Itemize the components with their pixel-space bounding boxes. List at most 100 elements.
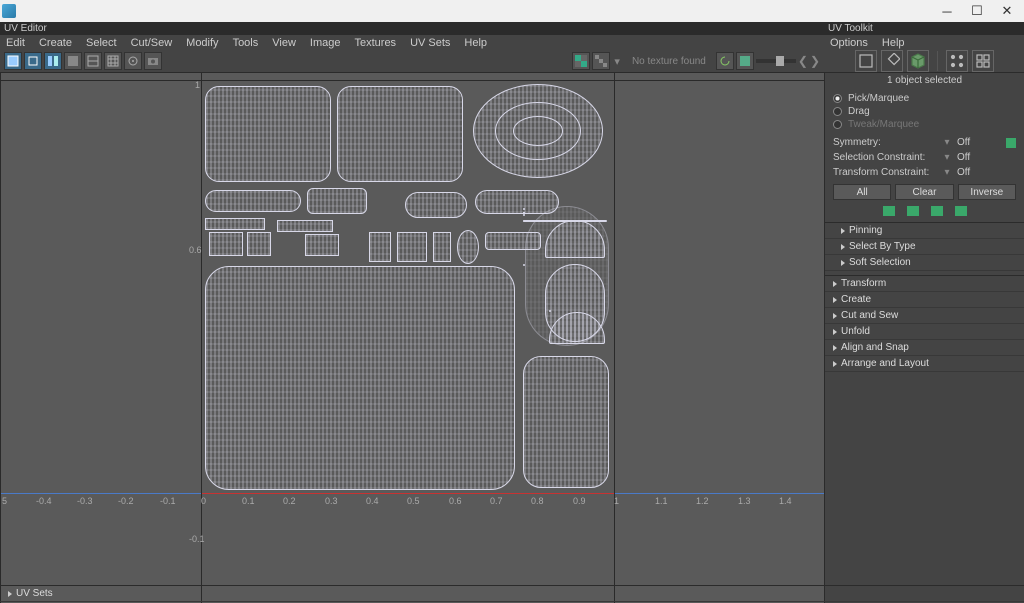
tool-refresh-icon[interactable] (716, 52, 734, 70)
tool-checker-icon[interactable] (572, 52, 590, 70)
toolkit-vertex-icon[interactable] (946, 50, 968, 72)
maximize-button[interactable]: ☐ (962, 1, 992, 21)
section-align-snap[interactable]: Align and Snap (825, 340, 1024, 356)
menu-cutsew[interactable]: Cut/Sew (131, 37, 173, 49)
toolkit-icon-row (824, 50, 1024, 72)
tick-x: -0.4 (36, 496, 52, 506)
select-clear-button[interactable]: Clear (895, 184, 953, 200)
menu-tools[interactable]: Tools (233, 37, 259, 49)
tool-grid-icon[interactable] (104, 52, 122, 70)
tick-y: 1 (195, 80, 200, 90)
uv-toolkit-title: UV Toolkit (828, 23, 873, 34)
tick-x: 1.4 (779, 496, 792, 506)
uv-viewport[interactable]: 5 -0.4 -0.3 -0.2 -0.1 0 0.1 0.2 0.3 0.4 … (0, 73, 824, 603)
section-transform[interactable]: Transform (825, 276, 1024, 292)
menu-image[interactable]: Image (310, 37, 341, 49)
convert-selection-icon[interactable] (931, 206, 943, 216)
exposure-slider[interactable] (756, 59, 796, 63)
uv-shell (205, 190, 301, 212)
tick-x: -0.3 (77, 496, 93, 506)
section-soft-selection[interactable]: Soft Selection (825, 255, 1024, 271)
arrow-left-icon[interactable]: ❮ (798, 54, 808, 68)
tick-x: 0 (201, 496, 206, 506)
selection-status: 1 object selected (825, 73, 1024, 88)
window-titlebar: ─ ☐ ✕ (0, 0, 1024, 22)
close-button[interactable]: ✕ (992, 1, 1022, 21)
editor-menubar: Edit Create Select Cut/Sew Modify Tools … (0, 35, 824, 50)
mode-drag[interactable]: Drag (833, 105, 1016, 118)
uv-shell (337, 86, 463, 182)
mode-pick-label: Pick/Marquee (848, 93, 909, 104)
tool-checker2-icon[interactable] (592, 52, 610, 70)
tick-x: 0.8 (531, 496, 544, 506)
menu-textures[interactable]: Textures (354, 37, 396, 49)
toolkit-rotate-icon[interactable] (881, 50, 903, 72)
uv-shell (457, 230, 479, 264)
mode-tweak-label: Tweak/Marquee (848, 119, 919, 130)
section-select-by-type[interactable]: Select By Type (825, 239, 1024, 255)
section-cut-sew[interactable]: Cut and Sew (825, 308, 1024, 324)
toolkit-menu-help[interactable]: Help (882, 37, 905, 49)
xform-constraint-value: Off (957, 167, 970, 178)
menu-uvsets[interactable]: UV Sets (410, 37, 450, 49)
uv-tile-0-0 (201, 80, 614, 493)
uv-shell (277, 220, 333, 232)
editor-toolbar: ▾ No texture found ❮ ❯ (0, 50, 824, 72)
uv-shell (397, 232, 427, 262)
menu-help[interactable]: Help (464, 37, 487, 49)
flood-selection-icon[interactable] (955, 206, 967, 216)
sel-constraint-label: Selection Constraint: (833, 152, 943, 163)
tool-dim-icon[interactable] (124, 52, 142, 70)
tick-x: 1.2 (696, 496, 709, 506)
toolkit-menu-options[interactable]: Options (830, 37, 868, 49)
symmetry-label: Symmetry: (833, 137, 943, 148)
tool-wireframe-icon[interactable] (84, 52, 102, 70)
tool-uvshell-icon[interactable] (4, 52, 22, 70)
tool-texture-icon[interactable] (44, 52, 62, 70)
toolkit-cube-icon[interactable] (907, 50, 929, 72)
sel-constraint-row[interactable]: Selection Constraint: ▾ Off (825, 150, 1024, 165)
tick-x: 0.2 (283, 496, 296, 506)
xform-constraint-label: Transform Constraint: (833, 167, 943, 178)
section-arrange-layout[interactable]: Arrange and Layout (825, 356, 1024, 372)
xform-constraint-row[interactable]: Transform Constraint: ▾ Off (825, 165, 1024, 180)
menu-create[interactable]: Create (39, 37, 72, 49)
arrow-right-icon[interactable]: ❯ (810, 54, 820, 68)
uv-editor-title: UV Editor (4, 23, 47, 34)
tick-x: 0.9 (573, 496, 586, 506)
menu-modify[interactable]: Modify (186, 37, 218, 49)
section-pinning[interactable]: Pinning (825, 223, 1024, 239)
symmetry-row[interactable]: Symmetry: ▾ Off (825, 135, 1024, 150)
tool-snapshot-icon[interactable] (144, 52, 162, 70)
tick-x: -0.2 (118, 496, 134, 506)
symmetry-toggle-icon[interactable] (1006, 138, 1016, 148)
tool-lattice-icon[interactable] (24, 52, 42, 70)
mode-tweak[interactable]: Tweak/Marquee (833, 118, 1016, 131)
section-unfold[interactable]: Unfold (825, 324, 1024, 340)
uv-toolkit-header: UV Toolkit (824, 22, 1024, 35)
select-inverse-button[interactable]: Inverse (958, 184, 1016, 200)
tick-x: 0.6 (449, 496, 462, 506)
tick-x: 0.1 (242, 496, 255, 506)
section-create[interactable]: Create (825, 292, 1024, 308)
x-axis-blue-neg (0, 493, 201, 494)
menu-view[interactable]: View (272, 37, 296, 49)
tick-y: 0.6 (189, 245, 202, 255)
uv-shell (307, 188, 367, 214)
tick-x: 5 (2, 496, 7, 506)
toolkit-shell-icon[interactable] (855, 50, 877, 72)
section-uv-sets[interactable]: UV Sets (824, 586, 1024, 602)
shrink-selection-icon[interactable] (907, 206, 919, 216)
select-all-button[interactable]: All (833, 184, 891, 200)
menu-select[interactable]: Select (86, 37, 117, 49)
menu-edit[interactable]: Edit (6, 37, 25, 49)
minimize-button[interactable]: ─ (932, 1, 962, 21)
tick-x: 1.1 (655, 496, 668, 506)
grow-selection-icon[interactable] (883, 206, 895, 216)
toolkit-edge-icon[interactable] (972, 50, 994, 72)
mode-pick[interactable]: Pick/Marquee (833, 92, 1016, 105)
tick-x: 0.5 (407, 496, 420, 506)
tick-x: 0.7 (490, 496, 503, 506)
tool-shaded-icon[interactable] (64, 52, 82, 70)
tool-image-icon[interactable] (736, 52, 754, 70)
